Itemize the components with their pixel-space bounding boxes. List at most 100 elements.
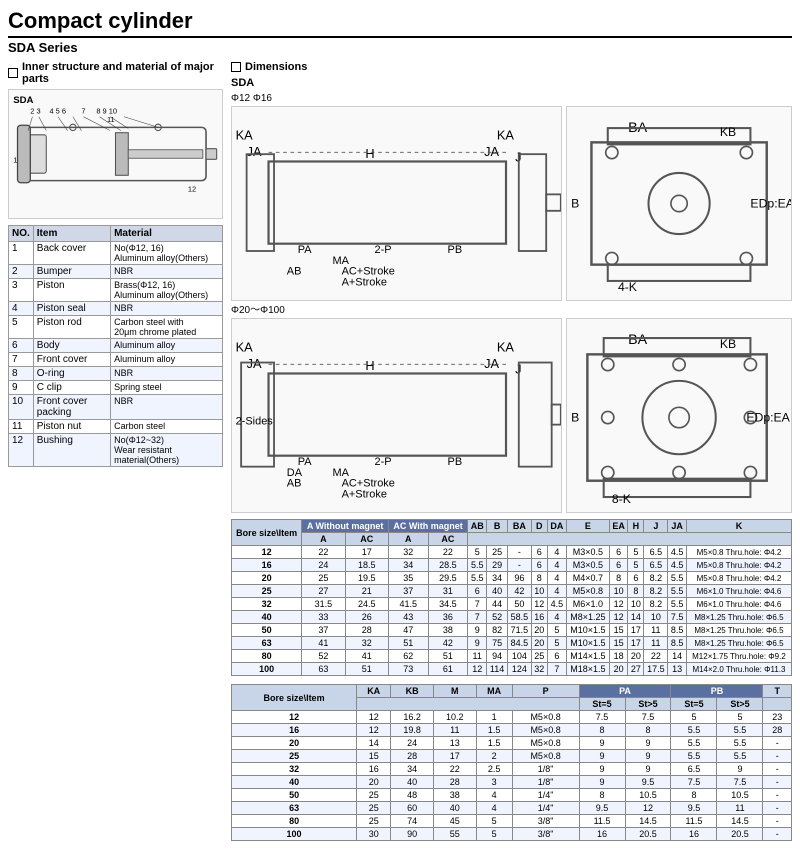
th-h: H xyxy=(628,520,644,533)
dim-cell: 62 xyxy=(389,650,429,663)
dim-cell: 20 xyxy=(628,650,644,663)
dim-table1-row: 634132514297584.5205M10×1.51517118.5M8×1… xyxy=(232,637,792,650)
dim-cell-2: 16 xyxy=(579,828,625,841)
svg-text:KA: KA xyxy=(497,128,515,143)
dim-cell-2: 15 xyxy=(357,750,391,763)
dim-cell-2: 3/8" xyxy=(512,815,579,828)
dim-cell: 61 xyxy=(428,663,468,676)
parts-row: 9 C clip Spring steel xyxy=(9,381,223,395)
dim-cell: 73 xyxy=(389,663,429,676)
part-no: 8 xyxy=(9,367,34,381)
svg-text:KA: KA xyxy=(236,128,254,143)
dim-cell: 51 xyxy=(428,650,468,663)
dim-cell-2: 25 xyxy=(232,750,357,763)
part-item: Bumper xyxy=(33,265,110,279)
dim-cell: 12 xyxy=(531,598,547,611)
dim-cell-2: 100 xyxy=(232,828,357,841)
dim-cell: M8×1.25 Thru.hole: Φ6.5 xyxy=(686,637,791,650)
dim-cell: 20 xyxy=(531,624,547,637)
dim-cell-2: 32 xyxy=(232,763,357,776)
parts-row: 7 Front cover Aluminum alloy xyxy=(9,353,223,367)
dim-cell: 35 xyxy=(389,572,429,585)
part-no: 7 xyxy=(9,353,34,367)
th-without-magnet: A Without magnet xyxy=(302,520,389,533)
dim-cell: 14 xyxy=(668,650,687,663)
dim-cell-2: 10.2 xyxy=(433,711,476,724)
dim-cell-2: 12 xyxy=(625,802,671,815)
dim-cell-2: 14 xyxy=(357,737,391,750)
dim-cell: 8.5 xyxy=(668,624,687,637)
th-a-wm: A xyxy=(389,533,429,546)
dim-cell: M8×1.25 xyxy=(566,611,609,624)
dim-table1-row: 80524162511194104256M14×1.518202214M12×1… xyxy=(232,650,792,663)
dim-cell-2: 14.5 xyxy=(625,815,671,828)
dim-cell: 36 xyxy=(428,611,468,624)
svg-text:PA: PA xyxy=(298,244,312,256)
svg-text:AB: AB xyxy=(287,478,302,490)
dim-cell: M10×1.5 xyxy=(566,624,609,637)
th-d: D xyxy=(531,520,547,533)
dim-cell: 41 xyxy=(345,650,388,663)
dim-cell-2: 1/4" xyxy=(512,789,579,802)
dim-cell-2: - xyxy=(763,802,792,815)
dim-cell-2: 11 xyxy=(433,724,476,737)
dim-cell: 27 xyxy=(302,585,345,598)
dimensions-header: Dimensions xyxy=(231,61,792,73)
dim-cell-2: 4 xyxy=(476,802,512,815)
part-material: NBR xyxy=(111,265,223,279)
dim-cell-2: 5.5 xyxy=(671,737,717,750)
dim-cell-2: 28 xyxy=(391,750,434,763)
dim-cell-2: M5×0.8 xyxy=(512,711,579,724)
part-item: Piston nut xyxy=(33,420,110,434)
dim-cell: 12 xyxy=(468,663,487,676)
th-pa-stg5: St>5 xyxy=(625,698,671,711)
dim-cell: M3×0.5 xyxy=(566,546,609,559)
diag-front-small: KA KA JA JA J H PA 2 xyxy=(231,106,562,301)
dim-table1-row: 403326433675258.5164M8×1.251214107.5M8×1… xyxy=(232,611,792,624)
dim-cell: 4 xyxy=(547,546,566,559)
dim-cell-2: 3 xyxy=(476,776,512,789)
svg-text:12: 12 xyxy=(188,184,196,193)
dim-cell: 6 xyxy=(609,546,628,559)
dim-cell: 82 xyxy=(487,624,508,637)
dim-cell: M6×1.0 Thru.hole: Φ4.6 xyxy=(686,598,791,611)
dim-table1-row: 202519.53529.55.5349684M4×0.7868.25.5M5×… xyxy=(232,572,792,585)
part-item: Body xyxy=(33,339,110,353)
part-material: Carbon steel xyxy=(111,420,223,434)
dim-cell: 71.5 xyxy=(507,624,531,637)
parts-row: 12 Bushing No(Φ12~32) Wear resistant mat… xyxy=(9,434,223,467)
dim-cell-2: 8 xyxy=(579,789,625,802)
dim-cell: 4 xyxy=(547,611,566,624)
dim-cell: 27 xyxy=(628,663,644,676)
dim-cell: 6 xyxy=(468,585,487,598)
parts-row: 6 Body Aluminum alloy xyxy=(9,339,223,353)
dim-cell: 8 xyxy=(628,585,644,598)
dim-cell: 8.2 xyxy=(644,585,668,598)
dim-cell-2: - xyxy=(763,776,792,789)
dim-cell: M5×0.8 xyxy=(566,585,609,598)
dim-table2-row: 5025483841/4"810.5810.5- xyxy=(232,789,792,802)
part-no: 6 xyxy=(9,339,34,353)
dim-cell-2: 11.5 xyxy=(579,815,625,828)
dim-cell: 12 xyxy=(609,611,628,624)
dim-cell: 37 xyxy=(389,585,429,598)
dim-cell-2: 38 xyxy=(433,789,476,802)
dim-cell-2: 45 xyxy=(433,815,476,828)
dim-cell: 63 xyxy=(302,663,345,676)
part-material: Spring steel xyxy=(111,381,223,395)
parts-table: NO. Item Material 1 Back cover No(Φ12, 1… xyxy=(8,225,223,467)
parts-row: 4 Piston seal NBR xyxy=(9,302,223,316)
dim-cell: 7 xyxy=(468,598,487,611)
dim-cell-2: 1 xyxy=(476,711,512,724)
dim-cell: M3×0.5 xyxy=(566,559,609,572)
dim-cell-2: 23 xyxy=(763,711,792,724)
dim-cell: 13 xyxy=(668,663,687,676)
page-title: Compact cylinder xyxy=(8,8,792,38)
dimensions-label: Dimensions xyxy=(245,61,307,73)
dim-cell: 29.5 xyxy=(428,572,468,585)
dim-cell-2: 5.5 xyxy=(717,737,763,750)
dim-cell-2: 40 xyxy=(433,802,476,815)
dim-cell: 42 xyxy=(428,637,468,650)
part-item: Back cover xyxy=(33,242,110,265)
dim-cell-2: 7.5 xyxy=(671,776,717,789)
